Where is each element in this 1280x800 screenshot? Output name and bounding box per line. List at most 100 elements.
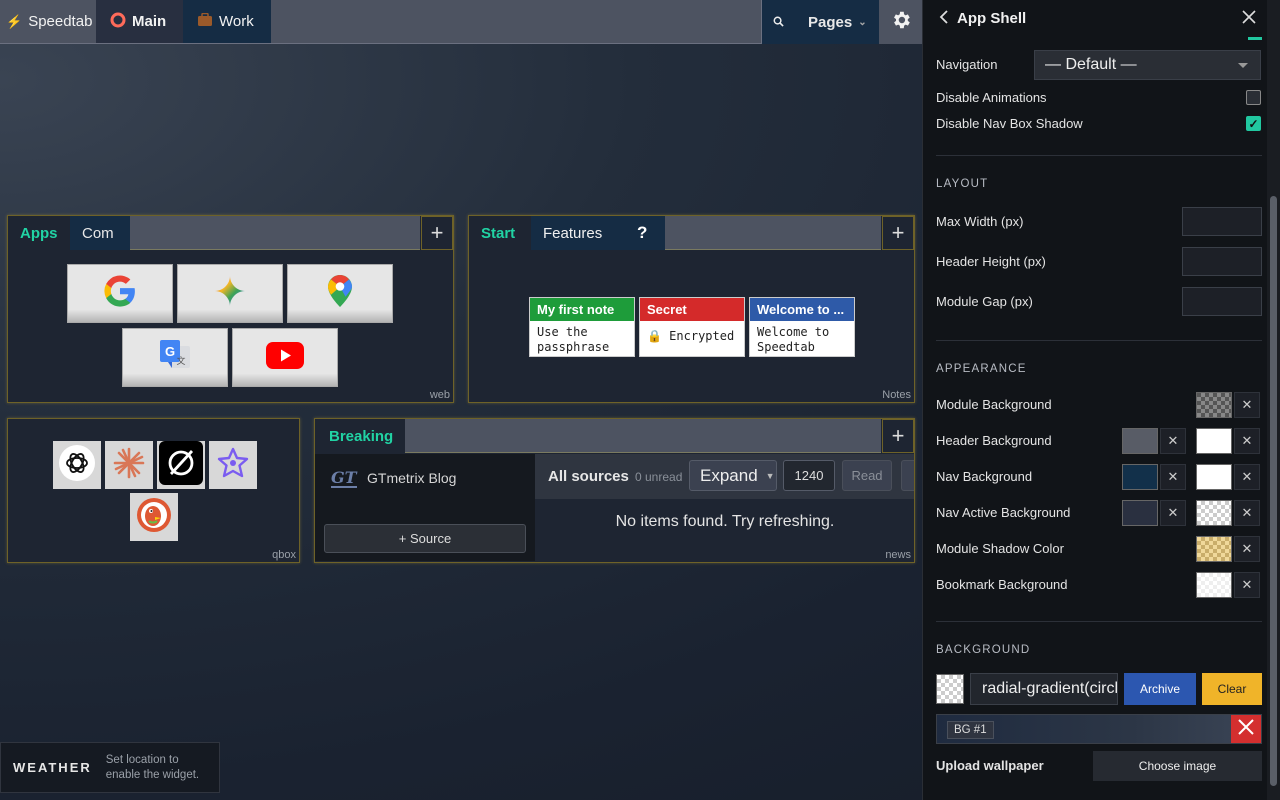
empty-message: No items found. Try refreshing. — [615, 513, 835, 530]
gemini-icon — [214, 275, 246, 312]
header-text-swatch[interactable] — [1196, 428, 1232, 454]
add-tab-button[interactable]: + — [882, 419, 914, 453]
qbox-item-grok[interactable] — [157, 440, 205, 489]
claude-icon — [112, 446, 146, 485]
add-source-button[interactable]: + Source — [324, 524, 526, 553]
settings-button[interactable] — [879, 0, 922, 44]
background-css-input[interactable]: radial-gradient(circle — [970, 673, 1118, 705]
choose-image-button[interactable]: Choose image — [1093, 751, 1262, 781]
nav-background-swatch[interactable] — [1122, 464, 1158, 490]
search-button[interactable] — [762, 0, 795, 44]
note-body: 🔒 Encrypted — [647, 329, 735, 343]
expand-label: Expand — [700, 465, 758, 485]
module-label: web — [429, 389, 450, 401]
bookmark-gemini[interactable] — [177, 264, 283, 323]
tab-start[interactable]: Start — [469, 216, 531, 250]
close-icon: ✕ — [1167, 433, 1179, 448]
clear-header-text[interactable]: ✕ — [1234, 428, 1260, 454]
main-area: ⚡ Speedtab Main Work Pages ⌄ Apps Com + … — [0, 0, 922, 800]
svg-text:G: G — [165, 344, 175, 359]
bookmark-maps[interactable] — [287, 264, 393, 323]
note-card[interactable]: Secret 🔒 Encrypted — [639, 297, 745, 357]
clear-bookmark-background[interactable]: ✕ — [1234, 572, 1260, 598]
news-source-item[interactable]: GT GTmetrix Blog — [331, 468, 456, 488]
delete-background-button[interactable] — [1231, 715, 1261, 743]
bookmark-background-swatch[interactable] — [1196, 572, 1232, 598]
note-card[interactable]: My first note Use the passphrase — [529, 297, 635, 357]
archive-button[interactable]: Archive — [1124, 673, 1196, 705]
scrollbar-thumb[interactable] — [1270, 196, 1277, 786]
note-title: My first note — [530, 298, 634, 321]
navigation-select[interactable]: — Default — — [1034, 50, 1261, 80]
chatgpt-icon — [59, 444, 95, 486]
nav-brand[interactable]: ⚡ Speedtab — [0, 0, 95, 43]
panel-header: App Shell — [923, 0, 1269, 40]
clear-button[interactable]: Clear — [1202, 673, 1262, 705]
duckduckgo-icon — [136, 497, 172, 538]
weather-widget[interactable]: WEATHER Set location to enable the widge… — [0, 742, 220, 793]
add-tab-button[interactable]: + — [421, 216, 453, 250]
nav-page-work[interactable]: Work — [183, 0, 271, 43]
bookmark-translate[interactable]: G文 — [122, 328, 228, 387]
panel-title: App Shell — [957, 10, 1027, 27]
news-source-name: GTmetrix Blog — [367, 470, 457, 486]
add-tab-button[interactable]: + — [882, 216, 914, 250]
module-shadow-color-swatch[interactable] — [1196, 536, 1232, 562]
background-preview-swatch[interactable] — [936, 674, 964, 704]
news-toolbar: All sources 0 unread Expand ▼ 1240 Read — [535, 454, 914, 499]
qbox-item-perplexity[interactable] — [209, 441, 257, 489]
tab-breaking[interactable]: Breaking — [315, 419, 405, 453]
disable-shadow-checkbox[interactable]: ✓ — [1246, 116, 1261, 131]
close-icon[interactable] — [1242, 7, 1256, 30]
weather-message: Set location to enable the widget. — [105, 753, 200, 781]
module-background-swatch[interactable] — [1196, 392, 1232, 418]
clear-nav-active-background[interactable]: ✕ — [1160, 500, 1186, 526]
tab-features[interactable]: Features — [531, 216, 623, 250]
clear-nav-background[interactable]: ✕ — [1160, 464, 1186, 490]
nav-active-text-swatch[interactable] — [1196, 500, 1232, 526]
background-thumbnail[interactable]: BG #1 — [936, 714, 1262, 744]
header-background-swatch[interactable] — [1122, 428, 1158, 454]
clear-module-background[interactable]: ✕ — [1234, 392, 1260, 418]
tab-apps[interactable]: Apps — [8, 216, 70, 250]
panel-scrollbar[interactable] — [1267, 0, 1280, 800]
max-width-input[interactable] — [1182, 207, 1262, 236]
clear-header-background[interactable]: ✕ — [1160, 428, 1186, 454]
expand-select[interactable]: Expand ▼ — [689, 460, 777, 491]
item-count-input[interactable]: 1240 — [783, 460, 835, 491]
brand-label: Speedtab — [28, 13, 93, 30]
disable-animations-checkbox[interactable] — [1246, 90, 1261, 105]
pages-label: Pages — [808, 13, 853, 31]
tab-com[interactable]: Com — [70, 216, 130, 250]
mark-read-button[interactable]: Read — [842, 460, 892, 491]
module-gap-label: Module Gap (px) — [936, 294, 1033, 309]
search-icon — [773, 15, 784, 30]
qbox-item-chatgpt[interactable] — [53, 441, 101, 489]
module-gap-input[interactable] — [1182, 287, 1262, 316]
background-tag: BG #1 — [947, 721, 994, 739]
unread-count: 0 unread — [635, 469, 683, 484]
qbox-item-duckduckgo[interactable] — [130, 493, 178, 541]
more-button[interactable] — [901, 460, 914, 491]
pages-menu-button[interactable]: Pages ⌄ — [795, 0, 879, 44]
briefcase-icon — [197, 12, 213, 30]
nav-active-background-swatch[interactable] — [1122, 500, 1158, 526]
qbox-item-claude[interactable] — [105, 441, 153, 489]
upload-wallpaper-label: Upload wallpaper — [936, 758, 1044, 773]
youtube-icon — [266, 341, 304, 374]
back-icon[interactable] — [939, 9, 949, 30]
header-height-input[interactable] — [1182, 247, 1262, 276]
note-card[interactable]: Welcome to ... Welcome to Speedtab — [749, 297, 855, 357]
bookmark-youtube[interactable] — [232, 328, 338, 387]
close-icon: ✕ — [1241, 505, 1253, 520]
clear-module-shadow-color[interactable]: ✕ — [1234, 536, 1260, 562]
settings-panel: App Shell Navigation — Default — Disable… — [922, 0, 1280, 800]
clear-nav-active-text[interactable]: ✕ — [1234, 500, 1260, 526]
tab-help[interactable]: ? — [623, 216, 665, 250]
perplexity-icon — [216, 446, 250, 485]
gear-icon — [890, 9, 912, 36]
nav-page-main[interactable]: Main — [96, 0, 183, 43]
clear-nav-text[interactable]: ✕ — [1234, 464, 1260, 490]
nav-text-swatch[interactable] — [1196, 464, 1232, 490]
bookmark-google[interactable] — [67, 264, 173, 323]
